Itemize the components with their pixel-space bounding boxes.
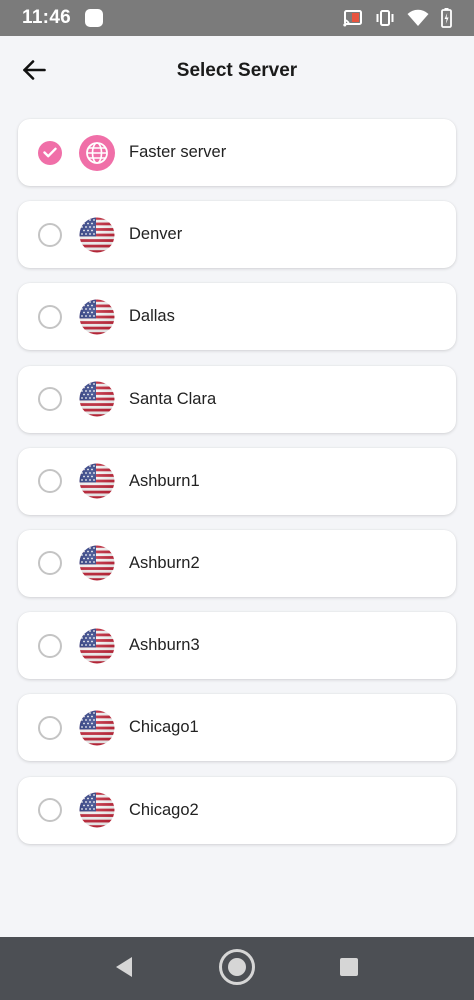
us-flag-icon (79, 463, 115, 499)
server-name: Ashburn3 (129, 636, 200, 655)
us-flag-icon (79, 710, 115, 746)
us-flag-icon (79, 545, 115, 581)
back-triangle-icon (114, 956, 134, 983)
cast-icon (343, 9, 363, 27)
server-name: Faster server (129, 143, 227, 161)
home-circle-icon (218, 948, 256, 991)
server-item[interactable]: Santa Clara (18, 365, 456, 433)
nav-back-button[interactable] (104, 949, 144, 989)
radio-unchecked-icon[interactable] (38, 551, 62, 576)
radio-unchecked-icon[interactable] (38, 222, 62, 247)
us-flag-icon (79, 792, 115, 828)
app-bar: Select Server (0, 36, 474, 108)
server-name: Chicago2 (129, 800, 199, 819)
server-item[interactable]: Denver (18, 201, 456, 269)
server-name: Ashburn1 (129, 471, 200, 490)
recents-square-icon (339, 957, 359, 982)
server-name: Chicago1 (129, 718, 199, 737)
us-flag-icon (79, 381, 115, 417)
radio-unchecked-icon[interactable] (38, 633, 62, 658)
server-item[interactable]: Ashburn3 (18, 612, 456, 680)
server-item[interactable]: Dallas (18, 283, 456, 351)
globe-icon (79, 134, 115, 171)
radio-unchecked-icon[interactable] (38, 469, 62, 494)
wifi-icon (407, 9, 429, 27)
server-list: Faster server Denver Dallas Santa Clara (18, 119, 456, 859)
server-name: Dallas (129, 307, 175, 326)
radio-unchecked-icon[interactable] (38, 798, 62, 822)
server-item[interactable]: Chicago1 (18, 694, 456, 762)
server-item[interactable]: Faster server (18, 119, 456, 186)
status-bar: 11:46 (0, 0, 474, 36)
server-item[interactable]: Ashburn1 (18, 447, 456, 515)
radio-unchecked-icon[interactable] (38, 387, 62, 412)
us-flag-icon (79, 299, 115, 335)
radio-unchecked-icon[interactable] (38, 304, 62, 329)
notification-icon (85, 9, 104, 27)
system-nav-bar (0, 937, 474, 1000)
server-item[interactable]: Ashburn2 (18, 529, 456, 597)
status-time: 11:46 (22, 7, 72, 28)
nav-recents-button[interactable] (329, 949, 369, 989)
battery-icon (441, 8, 452, 28)
server-name: Ashburn2 (129, 553, 200, 572)
page-title: Select Server (176, 60, 298, 81)
server-name: Denver (129, 225, 183, 244)
radio-checked-icon[interactable] (38, 140, 62, 165)
radio-unchecked-icon[interactable] (38, 715, 62, 740)
vibrate-icon (375, 9, 395, 27)
us-flag-icon (79, 217, 115, 253)
nav-home-button[interactable] (217, 948, 257, 991)
server-name: Santa Clara (129, 389, 217, 408)
screen: 11:46 Select Server Faster server Denver… (0, 0, 474, 1000)
server-item[interactable]: Chicago2 (18, 776, 456, 844)
us-flag-icon (79, 628, 115, 664)
